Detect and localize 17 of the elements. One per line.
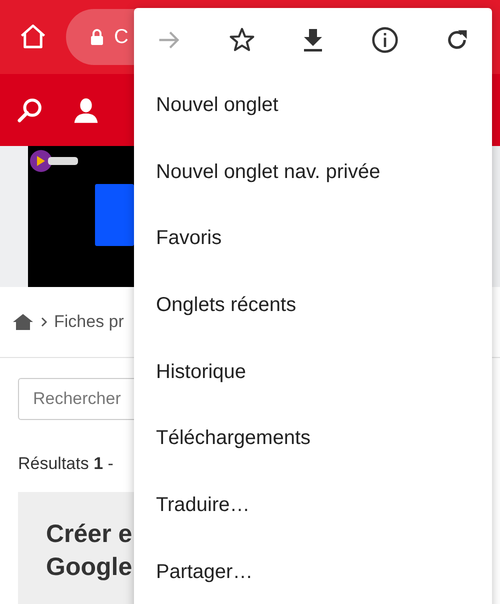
person-icon[interactable] — [72, 96, 100, 124]
download-icon[interactable] — [301, 27, 325, 53]
menu-item[interactable]: Nouvel onglet nav. privée — [134, 138, 492, 206]
info-icon[interactable] — [370, 26, 398, 54]
breadcrumb-link[interactable]: Fiches pr — [54, 312, 124, 332]
star-icon[interactable] — [228, 26, 256, 54]
results-count: Résultats 1 - — [18, 454, 114, 474]
menu-item[interactable]: Favoris — [134, 205, 492, 272]
menu-item[interactable]: Partager… — [134, 538, 492, 604]
lock-icon — [90, 28, 104, 46]
chevron-icon — [40, 316, 48, 328]
menu-item[interactable]: Nouvel onglet — [134, 72, 492, 139]
search-icon[interactable] — [16, 96, 44, 124]
menu-item[interactable]: Onglets récents — [134, 272, 492, 339]
menu-item[interactable]: Traduire… — [134, 472, 492, 539]
home-icon[interactable] — [12, 312, 34, 332]
url-text: C — [114, 26, 128, 48]
